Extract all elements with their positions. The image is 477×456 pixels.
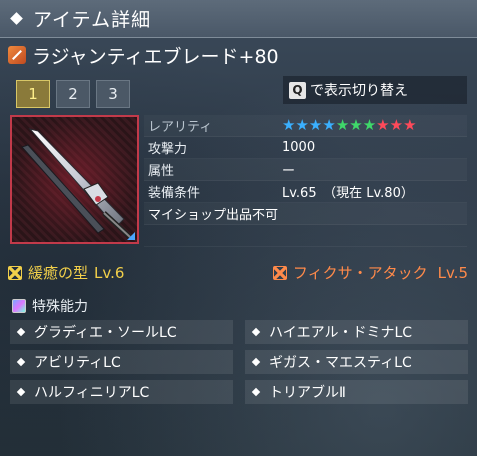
ability-right-level: Lv.5 xyxy=(437,263,468,282)
ability-left-level: Lv.6 xyxy=(94,263,125,282)
special-ability-item[interactable]: グラディエ・ソールLC xyxy=(10,320,233,344)
special-ability-label: アビリティLC xyxy=(34,355,121,371)
rarity-star-icon: ★ xyxy=(335,116,350,134)
rarity-star-icon: ★ xyxy=(282,116,296,134)
rarity-star-icon: ★ xyxy=(389,116,404,134)
weapon-image xyxy=(10,115,139,244)
diamond-bullet-icon xyxy=(251,387,261,397)
rarity-star-icon: ★ xyxy=(295,116,309,134)
window-header: アイテム詳細 xyxy=(0,0,477,38)
window-title: アイテム詳細 xyxy=(33,9,152,31)
rarity-star-icon: ★ xyxy=(349,116,363,134)
stat-row-attack: 攻撃力 1000 xyxy=(144,137,467,159)
diamond-bullet-icon xyxy=(16,387,26,397)
ability-icon xyxy=(272,265,287,280)
sword-icon xyxy=(8,46,26,64)
special-ability-label: トリアブルⅡ xyxy=(269,385,346,401)
ability-right-name: フィクサ・アタック xyxy=(292,264,428,282)
diamond-bullet-icon xyxy=(251,357,261,367)
special-ability-icon xyxy=(12,299,26,313)
diamond-icon xyxy=(10,12,23,25)
special-abilities-list: グラディエ・ソールLC ハイエアル・ドミナLC アビリティLC ギガス・マエステ… xyxy=(10,320,468,404)
rarity-star-icon: ★ xyxy=(376,116,390,134)
rarity-label: レアリティ xyxy=(148,120,213,135)
equip-label: 装備条件 xyxy=(148,186,201,201)
stats-table: レアリティ ★ ★ ★ ★ ★ ★ ★ ★ ★ ★ 攻撃力 1000 属性 ー 装備条件 Lv.6… xyxy=(144,115,467,247)
rarity-star-icon: ★ xyxy=(308,116,323,134)
stat-row-rarity: レアリティ ★ ★ ★ ★ ★ ★ ★ ★ ★ ★ xyxy=(144,115,467,137)
special-ability-item[interactable]: ギガス・マエスティLC xyxy=(245,350,468,374)
special-ability-label: グラディエ・ソールLC xyxy=(34,325,177,341)
stat-row-note: マイショップ出品不可 xyxy=(144,203,467,225)
stat-row-empty xyxy=(144,225,467,247)
q-key-icon: Q xyxy=(289,81,306,99)
tab-2[interactable]: 2 xyxy=(56,80,90,108)
toggle-display-label: で表示切り替え xyxy=(310,83,408,99)
special-ability-label: ハイエアル・ドミナLC xyxy=(269,325,413,341)
special-ability-label: ギガス・マエスティLC xyxy=(269,355,412,371)
equip-value: Lv.65 （現在 Lv.80） xyxy=(282,186,414,201)
rarity-stars: ★ ★ ★ ★ ★ ★ ★ ★ ★ ★ xyxy=(282,118,417,133)
rarity-star-icon: ★ xyxy=(362,116,377,134)
special-ability-item[interactable]: ハルフィニリアLC xyxy=(10,380,233,404)
rarity-star-icon: ★ xyxy=(403,116,417,134)
rarity-star-icon: ★ xyxy=(322,116,336,134)
page-tabs: 1 2 3 xyxy=(16,80,130,108)
stat-row-element: 属性 ー xyxy=(144,159,467,181)
special-ability-item[interactable]: ハイエアル・ドミナLC xyxy=(245,320,468,344)
special-abilities-title: 特殊能力 xyxy=(32,299,88,315)
blade-illustration xyxy=(21,128,132,239)
attack-label: 攻撃力 xyxy=(148,142,188,157)
item-name: ラジャンティエブレード+80 xyxy=(32,45,279,68)
element-value: ー xyxy=(282,164,296,179)
tab-1[interactable]: 1 xyxy=(16,80,50,108)
diamond-bullet-icon xyxy=(16,327,26,337)
myshop-note: マイショップ出品不可 xyxy=(148,208,279,223)
special-ability-item[interactable]: トリアブルⅡ xyxy=(245,380,468,404)
corner-marker xyxy=(127,232,135,240)
attack-value: 1000 xyxy=(282,140,316,155)
item-name-row: ラジャンティエブレード+80 xyxy=(8,42,279,68)
abilities-row: 緩癒の型 Lv.6 フィクサ・アタック Lv.5 xyxy=(8,262,468,283)
tab-3[interactable]: 3 xyxy=(96,80,130,108)
special-ability-label: ハルフィニリアLC xyxy=(34,385,150,401)
special-abilities-heading: 特殊能力 xyxy=(12,296,88,316)
toggle-display-button[interactable]: Q で表示切り替え xyxy=(283,76,467,104)
ability-left-name: 緩癒の型 xyxy=(28,264,89,282)
diamond-bullet-icon xyxy=(251,327,261,337)
stat-row-equip: 装備条件 Lv.65 （現在 Lv.80） xyxy=(144,181,467,203)
ability-left[interactable]: 緩癒の型 Lv.6 xyxy=(8,262,124,283)
diamond-bullet-icon xyxy=(16,357,26,367)
ability-right[interactable]: フィクサ・アタック Lv.5 xyxy=(272,262,468,283)
element-label: 属性 xyxy=(148,164,175,179)
special-ability-item[interactable]: アビリティLC xyxy=(10,350,233,374)
ability-icon xyxy=(8,265,22,280)
